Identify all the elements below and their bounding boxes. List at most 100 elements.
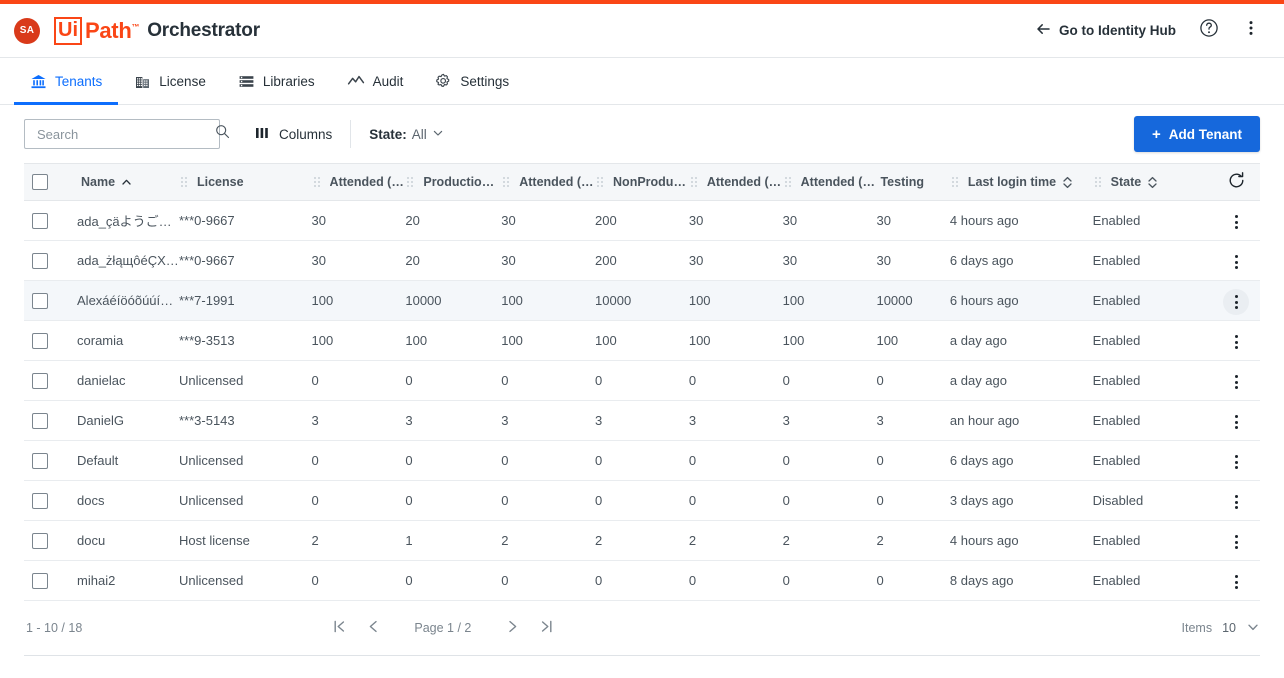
refresh-icon[interactable] — [1227, 171, 1246, 193]
row-more-button[interactable] — [1223, 329, 1249, 355]
select-all-checkbox[interactable] — [32, 174, 48, 190]
row-more-button[interactable] — [1223, 449, 1249, 475]
column-header-last-login-time[interactable]: Last login time — [949, 164, 1093, 201]
column-header-license[interactable]: License — [178, 164, 312, 201]
row-select-cell — [24, 401, 77, 441]
column-header-name[interactable]: Name — [77, 164, 179, 201]
column-header-attended-r[interactable]: Attended (R... — [501, 164, 596, 201]
row-actions-cell — [1213, 561, 1260, 601]
column-drag-handle[interactable] — [951, 177, 958, 187]
cell-c4: 200 — [595, 253, 617, 268]
column-header-label: Name — [81, 175, 116, 189]
search-icon[interactable] — [215, 124, 230, 144]
row-checkbox[interactable] — [32, 572, 48, 589]
row-select-cell — [24, 361, 77, 401]
more-vertical-icon — [1234, 455, 1238, 469]
row-more-button[interactable] — [1223, 209, 1249, 235]
cell-license: ***9-3513 — [178, 333, 235, 348]
row-more-button[interactable] — [1223, 489, 1249, 515]
search-input[interactable] — [35, 125, 215, 143]
column-drag-handle[interactable] — [503, 177, 510, 187]
cell-c4: 0 — [595, 373, 603, 388]
help-button[interactable] — [1192, 14, 1226, 48]
tab-audit[interactable]: Audit — [331, 58, 420, 104]
cell-c4: 100 — [595, 333, 617, 348]
avatar-initials: SA — [19, 25, 35, 36]
column-drag-handle[interactable] — [180, 177, 187, 187]
sort-toggle-icon[interactable] — [1147, 176, 1158, 189]
pagination: Page 1 / 2 — [322, 611, 563, 645]
table-row[interactable]: docu Host license 2 1 2 2 2 2 2 4 hours ago Enable… — [24, 521, 1260, 561]
row-checkbox[interactable] — [32, 372, 48, 389]
avatar[interactable]: SA — [14, 17, 40, 44]
cell-c6: 0 — [782, 373, 790, 388]
result-range: 1 - 10 / 18 — [26, 621, 83, 635]
chevron-left-icon — [365, 618, 382, 638]
row-checkbox[interactable] — [32, 292, 48, 309]
last-page-button[interactable] — [529, 611, 563, 645]
row-more-button[interactable] — [1223, 289, 1250, 315]
state-filter[interactable]: State: All — [359, 121, 454, 148]
column-drag-handle[interactable] — [690, 177, 697, 187]
table-row[interactable]: danielac Unlicensed 0 0 0 0 0 0 0 a day ago Enable… — [24, 361, 1260, 401]
table-row[interactable]: DanielG ***3-5143 3 3 3 3 3 3 3 an hour ago Enable… — [24, 401, 1260, 441]
tab-libraries[interactable]: Libraries — [222, 58, 331, 104]
row-more-button[interactable] — [1223, 249, 1249, 275]
items-per-page-selector[interactable]: Items 10 — [1182, 620, 1260, 637]
first-page-button[interactable] — [322, 611, 356, 645]
header-more-button[interactable] — [1234, 14, 1268, 48]
sort-ascending-icon[interactable] — [121, 177, 132, 188]
cell-name: ada_çäようご… — [77, 214, 172, 229]
more-vertical-icon — [1234, 535, 1238, 549]
row-checkbox[interactable] — [32, 532, 48, 549]
cell-c3: 0 — [501, 373, 509, 388]
column-header-attended-a[interactable]: Attended (A... — [782, 164, 877, 201]
tab-license[interactable]: License — [118, 58, 222, 104]
sort-toggle-icon[interactable] — [1062, 176, 1073, 189]
table-row[interactable]: Default Unlicensed 0 0 0 0 0 0 0 6 days ago Enable… — [24, 441, 1260, 481]
table-row[interactable]: ada_çäようご… ***0-9667 30 20 30 200 30 30 30 4 hour… — [24, 201, 1260, 241]
column-header-label: Attended (Ci... — [706, 175, 783, 189]
tab-settings[interactable]: Settings — [419, 58, 525, 104]
refresh-header — [1212, 164, 1260, 201]
column-header-nonproducti[interactable]: NonProducti... — [595, 164, 689, 201]
row-checkbox[interactable] — [32, 452, 48, 469]
row-checkbox[interactable] — [32, 252, 48, 269]
column-header-label: State — [1110, 175, 1142, 189]
row-more-button[interactable] — [1223, 529, 1249, 555]
row-checkbox[interactable] — [32, 332, 48, 349]
table-row[interactable]: Alexáéíöóõúúí… ***7-1991 100 10000 100 10000 1… — [24, 280, 1260, 321]
more-vertical-icon — [1234, 415, 1238, 429]
go-to-identity-hub-link[interactable]: Go to Identity Hub — [1027, 15, 1184, 46]
search-box[interactable] — [24, 119, 230, 149]
row-checkbox[interactable] — [32, 492, 48, 509]
column-header-state[interactable]: State — [1092, 164, 1213, 201]
row-checkbox[interactable] — [32, 212, 48, 229]
app-header: SA Ui Path™ Orchestrator Go to Identity … — [0, 4, 1284, 58]
cell-last-login: 4 hours ago — [949, 213, 1019, 228]
cell-c4: 0 — [595, 493, 603, 508]
table-row[interactable]: coramia ***9-3513 100 100 100 100 100 100 100 a d… — [24, 321, 1260, 361]
next-page-button[interactable] — [495, 611, 529, 645]
column-drag-handle[interactable] — [1094, 177, 1101, 187]
column-drag-handle[interactable] — [313, 177, 320, 187]
column-drag-handle[interactable] — [407, 177, 414, 187]
columns-button[interactable]: Columns — [246, 121, 342, 148]
row-more-button[interactable] — [1223, 409, 1249, 435]
column-header-attended-at[interactable]: Attended (At... — [311, 164, 406, 201]
column-drag-handle[interactable] — [784, 177, 791, 187]
row-actions-cell — [1213, 481, 1260, 521]
column-header-testing[interactable]: Testing — [876, 164, 950, 201]
row-more-button[interactable] — [1223, 569, 1249, 595]
table-row[interactable]: docs Unlicensed 0 0 0 0 0 0 0 3 days ago Disabled — [24, 481, 1260, 521]
row-checkbox[interactable] — [32, 412, 48, 429]
table-row[interactable]: ada_żłąщôéÇX… ***0-9667 30 20 30 200 30 30 30 6 d… — [24, 241, 1260, 281]
column-header-production[interactable]: Production (... — [405, 164, 502, 201]
tab-tenants[interactable]: Tenants — [14, 58, 119, 105]
column-drag-handle[interactable] — [597, 177, 604, 187]
column-header-attended-ci[interactable]: Attended (Ci... — [688, 164, 783, 201]
prev-page-button[interactable] — [356, 611, 390, 645]
table-row[interactable]: mihai2 Unlicensed 0 0 0 0 0 0 0 8 days ago Enabled — [24, 561, 1260, 601]
row-more-button[interactable] — [1223, 369, 1249, 395]
add-tenant-button[interactable]: + Add Tenant — [1133, 116, 1260, 152]
